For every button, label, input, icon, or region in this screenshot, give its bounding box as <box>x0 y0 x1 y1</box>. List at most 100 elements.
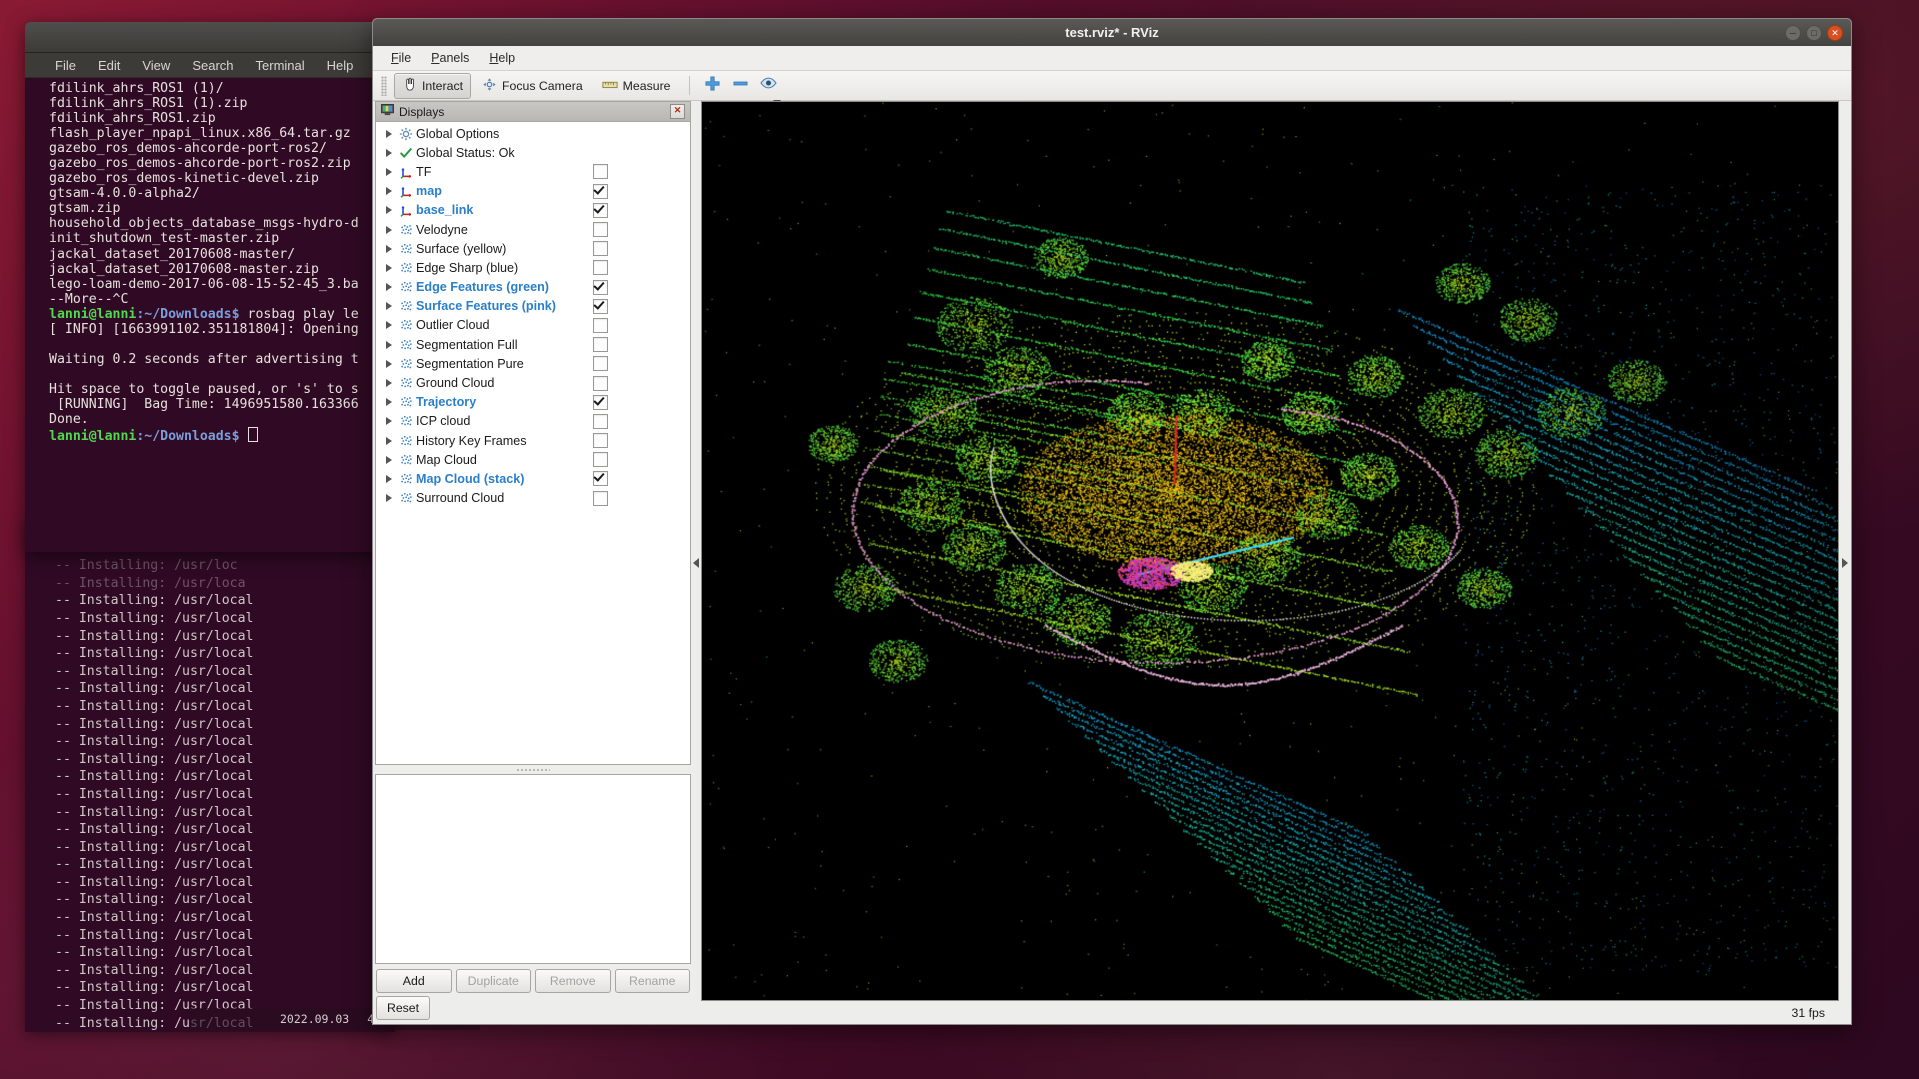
terminal-menu-search[interactable]: Search <box>192 58 233 73</box>
close-button[interactable]: ✕ <box>1827 25 1843 41</box>
build-line: -- Installing: /usr/local <box>55 610 254 626</box>
display-item-checkbox[interactable] <box>593 298 608 314</box>
expand-right-icon[interactable] <box>1842 557 1848 568</box>
display-item-trajectory[interactable]: Trajectory <box>376 393 690 412</box>
terminal-menu-help[interactable]: Help <box>327 58 354 73</box>
expand-arrow-icon[interactable] <box>382 283 396 292</box>
build-terminal-window[interactable]: -- Installing: /usr/loc -- Installing: /u… <box>25 520 395 1032</box>
rviz-window[interactable]: test.rviz* - RViz ─ □ ✕ File Panels Help… <box>372 18 1852 1025</box>
duplicate-display-button[interactable]: Duplicate <box>455 969 531 993</box>
focus-camera-tool-button[interactable]: Focus Camera <box>474 73 591 99</box>
gear-icon <box>396 127 416 141</box>
close-displays-panel-icon[interactable]: ✕ <box>670 104 685 119</box>
display-item-segmentation-full[interactable]: Segmentation Full <box>376 335 690 354</box>
add-tool-button[interactable] <box>700 73 725 99</box>
rename-display-button[interactable]: Rename <box>614 969 690 993</box>
display-item-checkbox[interactable] <box>593 317 608 333</box>
expand-arrow-icon[interactable] <box>382 474 396 483</box>
display-item-checkbox[interactable] <box>593 164 608 180</box>
expand-arrow-icon[interactable] <box>382 340 396 349</box>
minimize-button[interactable]: ─ <box>1785 25 1801 41</box>
terminal-menu-terminal[interactable]: Terminal <box>256 58 305 73</box>
expand-arrow-icon[interactable] <box>382 321 396 330</box>
display-item-checkbox[interactable] <box>593 433 608 449</box>
toolbar-grip[interactable] <box>381 75 387 96</box>
view-tool-button[interactable] <box>756 74 781 104</box>
expand-arrow-icon[interactable] <box>382 436 396 445</box>
display-item-velodyne[interactable]: Velodyne <box>376 220 690 239</box>
expand-arrow-icon[interactable] <box>382 187 396 196</box>
display-item-global-options[interactable]: Global Options <box>376 124 690 143</box>
measure-tool-button[interactable]: Measure <box>594 74 679 98</box>
display-item-checkbox[interactable] <box>593 375 608 391</box>
expand-arrow-icon[interactable] <box>382 148 396 157</box>
expand-arrow-icon[interactable] <box>382 398 396 407</box>
display-item-ground-cloud[interactable]: Ground Cloud <box>376 373 690 392</box>
display-item-checkbox[interactable] <box>593 222 608 238</box>
panel-splitter-handle[interactable] <box>375 765 691 774</box>
rviz-titlebar[interactable]: test.rviz* - RViz ─ □ ✕ <box>373 19 1851 46</box>
expand-arrow-icon[interactable] <box>382 225 396 234</box>
display-item-tf[interactable]: TF <box>376 162 690 181</box>
add-display-button[interactable]: Add <box>376 969 452 993</box>
display-item-checkbox[interactable] <box>593 471 608 487</box>
expand-arrow-icon[interactable] <box>382 206 396 215</box>
remove-display-button[interactable]: Remove <box>535 969 611 993</box>
display-item-checkbox[interactable] <box>593 490 608 506</box>
display-item-map[interactable]: map <box>376 182 690 201</box>
display-item-checkbox[interactable] <box>593 356 608 372</box>
interact-tool-button[interactable]: Interact <box>394 72 472 99</box>
display-item-surface-features-pink[interactable]: Surface Features (pink) <box>376 297 690 316</box>
display-item-checkbox[interactable] <box>593 279 608 295</box>
display-item-global-status-ok[interactable]: Global Status: Ok <box>376 143 690 162</box>
display-item-edge-sharp-blue[interactable]: Edge Sharp (blue) <box>376 258 690 277</box>
display-item-base-link[interactable]: base_link <box>376 201 690 220</box>
menu-help[interactable]: Help <box>481 48 523 68</box>
display-item-icp-cloud[interactable]: ICP cloud <box>376 412 690 431</box>
display-item-checkbox[interactable] <box>593 260 608 276</box>
display-item-checkbox[interactable] <box>593 241 608 257</box>
terminal-menu-edit[interactable]: Edit <box>98 58 120 73</box>
expand-arrow-icon[interactable] <box>382 263 396 272</box>
collapse-left-icon[interactable] <box>693 557 699 568</box>
remove-tool-button[interactable] <box>728 73 753 106</box>
display-item-history-key-frames[interactable]: History Key Frames <box>376 431 690 450</box>
expand-arrow-icon[interactable] <box>382 167 396 176</box>
expand-arrow-icon[interactable] <box>382 359 396 368</box>
display-item-map-cloud-stack[interactable]: Map Cloud (stack) <box>376 469 690 488</box>
menu-panels[interactable]: Panels <box>423 48 477 68</box>
display-item-outlier-cloud[interactable]: Outlier Cloud <box>376 316 690 335</box>
terminal-menu-view[interactable]: View <box>142 58 170 73</box>
display-item-checkbox[interactable] <box>593 202 608 218</box>
displays-panel-header[interactable]: Displays ✕ <box>375 101 691 122</box>
reset-button[interactable]: Reset <box>376 996 430 1020</box>
expand-arrow-icon[interactable] <box>382 417 396 426</box>
display-item-checkbox[interactable] <box>593 337 608 353</box>
right-dock-splitter[interactable] <box>1839 101 1851 1024</box>
expand-arrow-icon[interactable] <box>382 455 396 464</box>
property-panel[interactable] <box>375 774 691 964</box>
expand-arrow-icon[interactable] <box>382 302 396 311</box>
3d-render-view[interactable] <box>701 101 1839 1002</box>
display-item-surround-cloud[interactable]: Surround Cloud <box>376 489 690 508</box>
display-item-checkbox[interactable] <box>593 452 608 468</box>
display-item-segmentation-pure[interactable]: Segmentation Pure <box>376 354 690 373</box>
display-item-checkbox[interactable] <box>593 413 608 429</box>
displays-tree[interactable]: Global Options Global Status: Ok TF map base… <box>375 122 691 765</box>
expand-arrow-icon[interactable] <box>382 494 396 503</box>
expand-arrow-icon[interactable] <box>382 379 396 388</box>
left-dock-splitter[interactable] <box>691 101 701 1024</box>
display-item-edge-features-green[interactable]: Edge Features (green) <box>376 278 690 297</box>
display-item-map-cloud[interactable]: Map Cloud <box>376 450 690 469</box>
display-item-checkbox[interactable] <box>593 394 608 410</box>
menu-file[interactable]: File <box>383 48 419 68</box>
expand-arrow-icon[interactable] <box>382 129 396 138</box>
display-item-checkbox[interactable] <box>593 183 608 199</box>
maximize-button[interactable]: □ <box>1806 25 1822 41</box>
expand-arrow-icon[interactable] <box>382 244 396 253</box>
display-item-surface-yellow[interactable]: Surface (yellow) <box>376 239 690 258</box>
terminal-window[interactable]: File Edit View Search Terminal Help fdilink_a… <box>25 22 380 552</box>
point-cloud-canvas[interactable] <box>702 102 1838 1001</box>
terminal-menu-file[interactable]: File <box>55 58 76 73</box>
terminal-titlebar[interactable] <box>25 22 380 53</box>
